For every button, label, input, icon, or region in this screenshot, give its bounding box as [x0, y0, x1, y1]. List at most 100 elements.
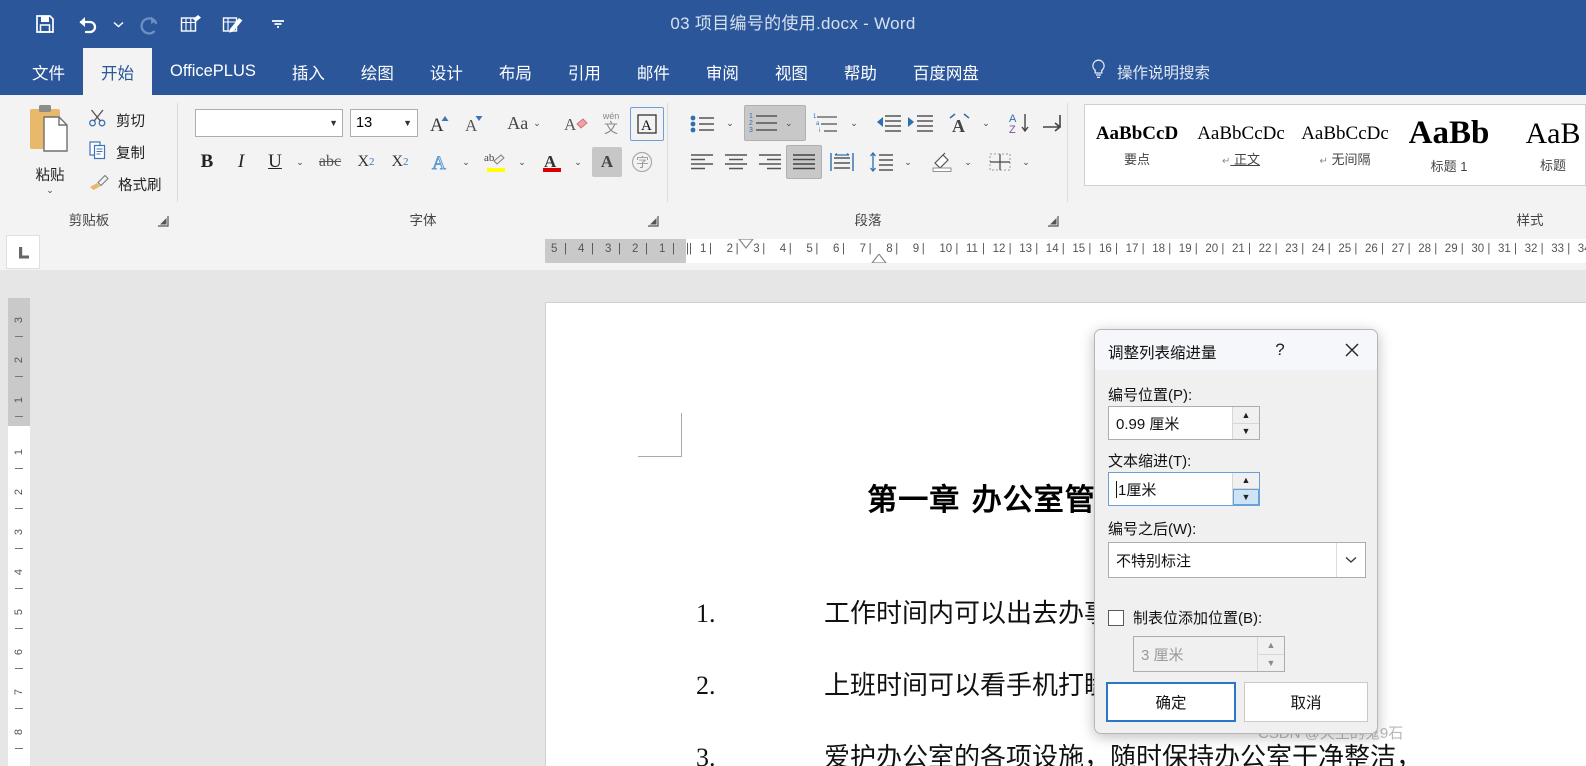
redo-icon[interactable]: [132, 7, 166, 41]
number-position-value[interactable]: 0.99 厘米: [1109, 407, 1232, 439]
text-indent-value[interactable]: 1厘米: [1109, 473, 1232, 505]
character-border-icon[interactable]: A: [630, 107, 664, 141]
ok-button[interactable]: 确定: [1106, 682, 1236, 722]
character-shading-icon[interactable]: A: [592, 147, 622, 177]
enclose-characters-icon[interactable]: 字: [626, 147, 658, 177]
change-case-icon[interactable]: Aa ⌄: [500, 108, 548, 138]
grow-font-icon[interactable]: A: [426, 108, 456, 138]
font-color-dropdown-caret[interactable]: ⌄: [568, 147, 588, 177]
horizontal-ruler[interactable]: 5 | 4 | 3 | 2 | 1 | | | 1 | 2 | 3 | 4 | 5 | 6 | 7 | 8 | 9 | 10 | 11 | 12 |…: [545, 239, 1586, 263]
bullets-icon[interactable]: [686, 108, 720, 138]
list-item[interactable]: 3. 爱护办公室的各项设施，随时保持办公室干净整洁，: [696, 737, 1586, 766]
cut-button[interactable]: 剪切: [84, 107, 149, 133]
add-tab-stop-checkbox[interactable]: [1108, 609, 1124, 626]
save-icon[interactable]: [28, 7, 62, 41]
spin-down-icon[interactable]: ▼: [1233, 423, 1259, 439]
bold-icon[interactable]: B: [192, 147, 222, 177]
clear-formatting-icon[interactable]: A: [560, 108, 594, 138]
decrease-indent-icon[interactable]: [872, 108, 904, 138]
shading-icon[interactable]: [926, 147, 958, 177]
font-color-icon[interactable]: A: [536, 147, 568, 177]
bullets-dropdown-caret[interactable]: ⌄: [720, 108, 740, 138]
shading-dropdown-caret[interactable]: ⌄: [958, 147, 978, 177]
chevron-down-icon[interactable]: [1336, 543, 1365, 577]
style-item-biaoti1[interactable]: AaBb 标题 1: [1397, 105, 1501, 185]
undo-dropdown-caret[interactable]: [108, 7, 128, 41]
line-spacing-dropdown-caret[interactable]: ⌄: [898, 147, 918, 177]
tab-review[interactable]: 审阅: [688, 48, 757, 95]
text-highlight-color-icon[interactable]: ab: [480, 147, 512, 177]
paste-dropdown-caret[interactable]: ⌄: [46, 185, 54, 196]
font-name-combo[interactable]: ▼: [195, 109, 343, 137]
tab-baidu-netdisk[interactable]: 百度网盘: [895, 48, 997, 95]
first-line-indent-marker[interactable]: [738, 239, 754, 252]
customize-qat-caret[interactable]: [268, 7, 288, 41]
spin-down-icon[interactable]: ▼: [1233, 488, 1259, 505]
left-tab-stop-icon[interactable]: [6, 235, 40, 269]
tab-insert[interactable]: 插入: [274, 48, 343, 95]
adjust-list-indents-dialog[interactable]: 调整列表缩进量 ? 编号位置(P): 0.99 厘米 ▲ ▼ 文本缩进(T): …: [1094, 329, 1378, 734]
clipboard-dialog-launcher[interactable]: [156, 214, 170, 228]
insert-table-icon[interactable]: [174, 7, 208, 41]
numbering-icon[interactable]: 123 ⌄: [744, 105, 806, 141]
tab-layout[interactable]: 布局: [481, 48, 550, 95]
sort-icon[interactable]: AZ: [1004, 108, 1036, 138]
strikethrough-icon[interactable]: abc: [314, 147, 346, 177]
underline-icon[interactable]: U: [260, 147, 290, 177]
style-item-yaodian[interactable]: AaBbCcD 要点: [1085, 105, 1189, 185]
text-effects-dropdown-caret[interactable]: ⌄: [456, 147, 476, 177]
close-icon[interactable]: [1339, 338, 1365, 362]
underline-dropdown-caret[interactable]: ⌄: [290, 147, 310, 177]
multilevel-list-icon[interactable]: 1ai: [810, 108, 844, 138]
document-page[interactable]: 第一章 办公室管理制度暂行规定 ↵ 1. 工作时间内可以出去办事不必请假 2. …: [545, 302, 1586, 766]
asian-layout-dropdown-caret[interactable]: ⌄: [976, 108, 996, 138]
cancel-button[interactable]: 取消: [1244, 682, 1368, 722]
style-item-zhengwen[interactable]: AaBbCcDc ↵ 正文: [1189, 105, 1293, 185]
tab-view[interactable]: 视图: [757, 48, 826, 95]
borders-dropdown-caret[interactable]: ⌄: [1016, 147, 1036, 177]
tell-me-search[interactable]: 操作说明搜索: [1090, 48, 1210, 95]
align-center-icon[interactable]: [720, 147, 752, 177]
paragraph-dialog-launcher[interactable]: [1046, 214, 1060, 228]
asian-layout-icon[interactable]: A: [944, 108, 976, 138]
borders-icon[interactable]: [984, 147, 1016, 177]
align-right-icon[interactable]: [754, 147, 786, 177]
tab-help[interactable]: 帮助: [826, 48, 895, 95]
highlight-dropdown-caret[interactable]: ⌄: [512, 147, 532, 177]
distribute-icon[interactable]: [826, 147, 858, 177]
numbering-dropdown-caret[interactable]: ⌄: [785, 118, 793, 129]
draw-table-icon[interactable]: [216, 7, 250, 41]
tab-draw[interactable]: 绘图: [343, 48, 412, 95]
text-indent-spinner[interactable]: 1厘米 ▲ ▼: [1108, 472, 1260, 506]
paste-button[interactable]: 粘贴 ⌄: [22, 103, 78, 195]
justify-icon[interactable]: [786, 145, 822, 179]
follow-number-with-combo[interactable]: 不特别标注: [1108, 542, 1366, 578]
align-left-icon[interactable]: [686, 147, 718, 177]
format-painter-button[interactable]: 格式刷: [84, 171, 166, 197]
spin-up-icon[interactable]: ▲: [1233, 407, 1259, 424]
italic-icon[interactable]: I: [226, 147, 256, 177]
tab-mailings[interactable]: 邮件: [619, 48, 688, 95]
spin-up-icon[interactable]: ▲: [1233, 473, 1259, 489]
font-dialog-launcher[interactable]: [646, 214, 660, 228]
increase-indent-icon[interactable]: [904, 108, 936, 138]
tab-home[interactable]: 开始: [83, 48, 152, 95]
subscript-icon[interactable]: X2: [350, 147, 382, 177]
multilevel-dropdown-caret[interactable]: ⌄: [844, 108, 864, 138]
line-spacing-icon[interactable]: [866, 147, 898, 177]
superscript-icon[interactable]: X2: [384, 147, 416, 177]
copy-button[interactable]: 复制: [84, 139, 149, 165]
phonetic-guide-icon[interactable]: wén 文: [596, 108, 626, 138]
tab-file[interactable]: 文件: [14, 48, 83, 95]
hanging-indent-marker[interactable]: [871, 253, 887, 263]
style-item-biaoti[interactable]: AaB 标题: [1501, 105, 1586, 185]
style-item-wujiange[interactable]: AaBbCcDc ↵ 无间隔: [1293, 105, 1397, 185]
chevron-down-icon[interactable]: ▼: [403, 118, 412, 128]
undo-icon[interactable]: [70, 7, 104, 41]
font-size-combo[interactable]: 13 ▼: [350, 109, 418, 137]
help-icon[interactable]: ?: [1267, 338, 1293, 362]
tab-design[interactable]: 设计: [412, 48, 481, 95]
shrink-font-icon[interactable]: A: [460, 108, 490, 138]
number-position-spinner[interactable]: 0.99 厘米 ▲ ▼: [1108, 406, 1260, 440]
vertical-ruler[interactable]: 3 2 1 1 2 3 4 5 6 7 8: [8, 298, 30, 766]
